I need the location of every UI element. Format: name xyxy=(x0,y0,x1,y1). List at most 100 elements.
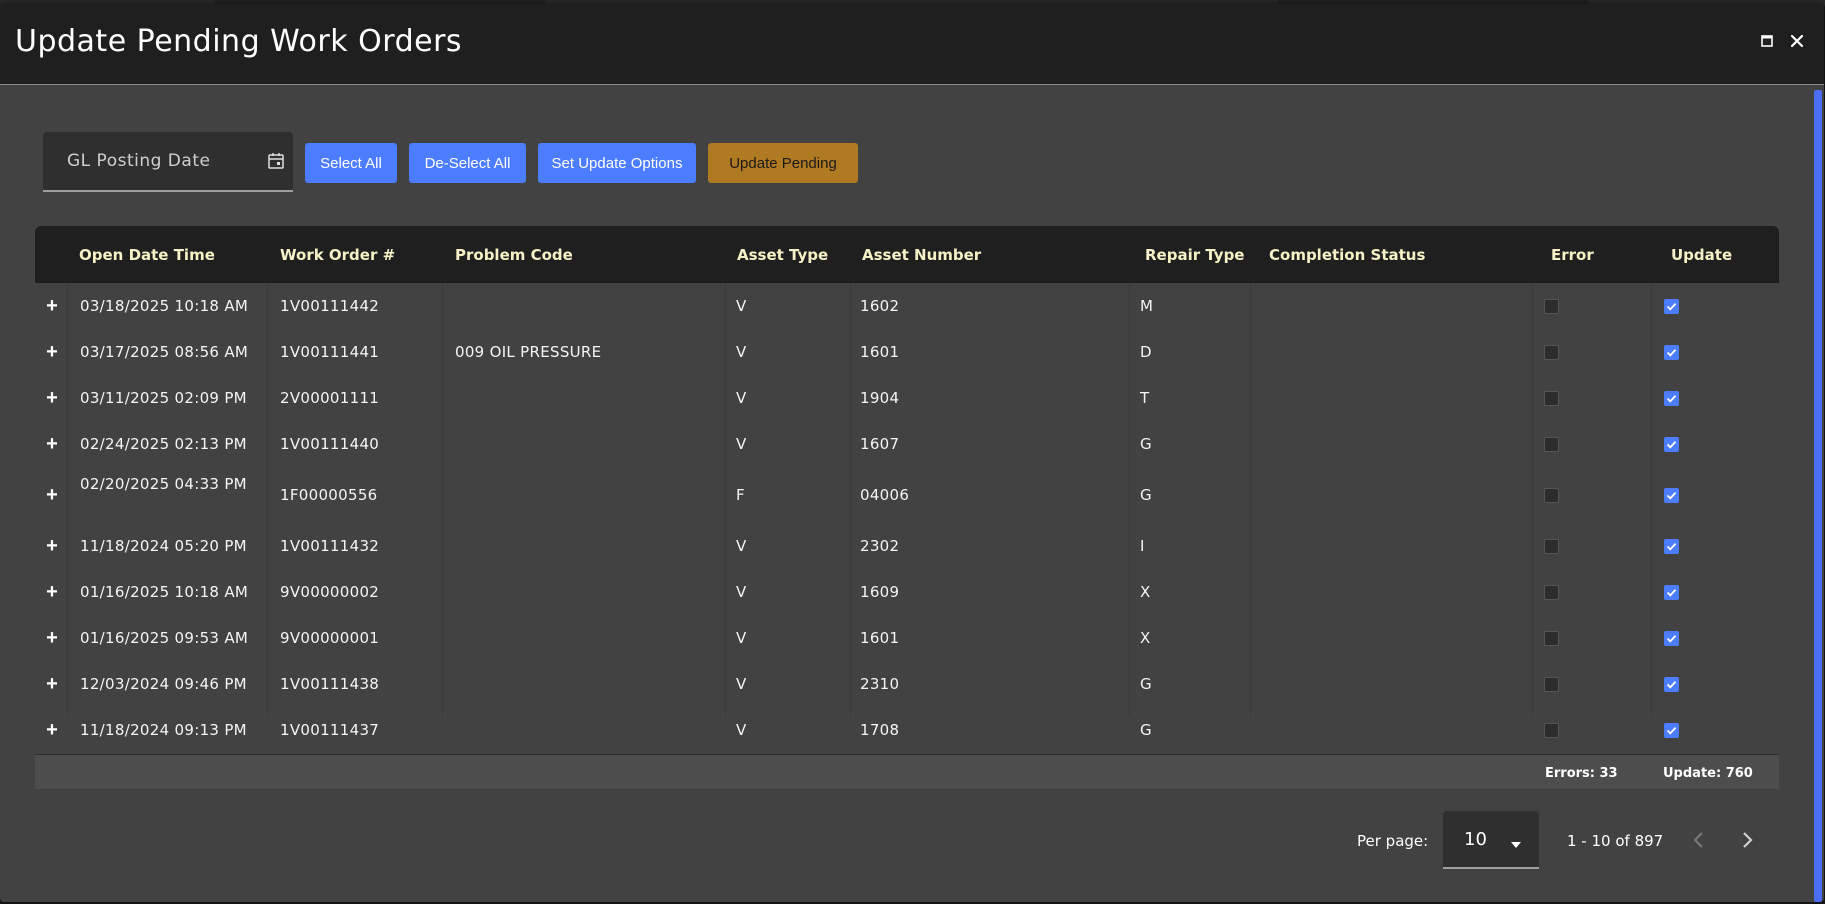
table-row[interactable]: + 03/17/2025 08:56 AM 1V00111441 009 OIL… xyxy=(35,329,1779,375)
cell-asset-number: 1609 xyxy=(860,583,900,601)
update-pending-button[interactable]: Update Pending xyxy=(708,143,858,183)
table-row[interactable]: + 11/18/2024 05:20 PM 1V00111432 V 2302 … xyxy=(35,523,1779,569)
expand-row-icon[interactable]: + xyxy=(43,582,61,602)
error-checkbox[interactable] xyxy=(1544,723,1559,738)
update-checkbox[interactable] xyxy=(1664,299,1679,314)
scrollbar[interactable] xyxy=(1814,90,1822,902)
modal-title: Update Pending Work Orders xyxy=(15,24,463,59)
cell-asset-number: 1601 xyxy=(860,343,900,361)
cell-open-date-time: 02/24/2025 02:13 PM xyxy=(80,435,247,453)
error-checkbox[interactable] xyxy=(1544,345,1559,360)
cell-asset-type: V xyxy=(736,583,747,601)
error-checkbox[interactable] xyxy=(1544,299,1559,314)
error-checkbox[interactable] xyxy=(1544,677,1559,692)
cell-asset-type: V xyxy=(736,435,747,453)
cell-open-date-time: 03/18/2025 10:18 AM xyxy=(80,297,249,315)
update-checkbox[interactable] xyxy=(1664,488,1679,503)
cell-repair-type: M xyxy=(1140,297,1154,315)
cell-asset-type: V xyxy=(736,343,747,361)
update-checkbox[interactable] xyxy=(1664,391,1679,406)
errors-total: Errors: 33 xyxy=(1545,766,1618,781)
update-checkbox[interactable] xyxy=(1664,345,1679,360)
set-update-options-button[interactable]: Set Update Options xyxy=(538,143,696,183)
expand-row-icon[interactable]: + xyxy=(43,388,61,408)
expand-row-icon[interactable]: + xyxy=(43,720,61,740)
error-checkbox[interactable] xyxy=(1544,488,1559,503)
cell-open-date-time: 12/03/2024 09:46 PM xyxy=(80,675,247,693)
table-row[interactable]: + 02/24/2025 02:13 PM 1V00111440 V 1607 … xyxy=(35,421,1779,467)
column-header-problem-code[interactable]: Problem Code xyxy=(455,246,573,264)
maximize-icon[interactable] xyxy=(1756,30,1778,52)
expand-row-icon[interactable]: + xyxy=(43,674,61,694)
update-checkbox[interactable] xyxy=(1664,585,1679,600)
table-row[interactable]: + 11/18/2024 09:13 PM 1V00111437 V 1708 … xyxy=(35,707,1779,753)
cell-open-date-time: 03/17/2025 08:56 AM xyxy=(80,343,249,361)
table-header: Open Date Time Work Order # Problem Code… xyxy=(35,226,1779,283)
chevron-right-icon[interactable] xyxy=(1733,826,1761,854)
gl-posting-date-placeholder: GL Posting Date xyxy=(67,151,211,171)
update-checkbox[interactable] xyxy=(1664,677,1679,692)
expand-row-icon[interactable]: + xyxy=(43,485,61,505)
cell-work-order: 1V00111441 xyxy=(280,343,380,361)
per-page-select[interactable]: 10 xyxy=(1443,811,1539,869)
cell-open-date-time: 01/16/2025 10:18 AM xyxy=(80,583,249,601)
update-checkbox[interactable] xyxy=(1664,631,1679,646)
per-page-label: Per page: xyxy=(1357,832,1429,850)
table-row[interactable]: + 03/18/2025 10:18 AM 1V00111442 V 1602 … xyxy=(35,283,1779,329)
column-header-asset-number[interactable]: Asset Number xyxy=(862,246,981,264)
cell-asset-number: 2302 xyxy=(860,537,900,555)
column-header-update[interactable]: Update xyxy=(1671,246,1732,264)
update-checkbox[interactable] xyxy=(1664,437,1679,452)
cell-work-order: 1V00111438 xyxy=(280,675,380,693)
cell-open-date-time: 02/20/2025 04:33 PM xyxy=(80,475,247,493)
cell-repair-type: X xyxy=(1140,583,1151,601)
table-row[interactable]: + 12/03/2024 09:46 PM 1V00111438 V 2310 … xyxy=(35,661,1779,707)
cell-repair-type: G xyxy=(1140,721,1152,739)
cell-asset-type: V xyxy=(736,629,747,647)
error-checkbox[interactable] xyxy=(1544,437,1559,452)
column-header-asset-type[interactable]: Asset Type xyxy=(737,246,828,264)
cell-asset-number: 1602 xyxy=(860,297,900,315)
cell-open-date-time: 11/18/2024 05:20 PM xyxy=(80,537,247,555)
table-row[interactable]: + 03/11/2025 02:09 PM 2V00001111 V 1904 … xyxy=(35,375,1779,421)
cell-open-date-time: 01/16/2025 09:53 AM xyxy=(80,629,249,647)
error-checkbox[interactable] xyxy=(1544,585,1559,600)
expand-row-icon[interactable]: + xyxy=(43,296,61,316)
cell-asset-number: 1904 xyxy=(860,389,900,407)
expand-row-icon[interactable]: + xyxy=(43,434,61,454)
expand-row-icon[interactable]: + xyxy=(43,628,61,648)
cell-repair-type: G xyxy=(1140,435,1152,453)
cell-asset-type: F xyxy=(736,486,745,504)
column-header-error[interactable]: Error xyxy=(1551,246,1594,264)
column-header-completion-status[interactable]: Completion Status xyxy=(1269,246,1425,264)
caret-down-icon xyxy=(1511,835,1521,853)
select-all-button[interactable]: Select All xyxy=(305,143,397,183)
update-checkbox[interactable] xyxy=(1664,723,1679,738)
cell-work-order: 1V00111432 xyxy=(280,537,380,555)
table-row[interactable]: + 02/20/2025 04:33 PM 1F00000556 F 04006… xyxy=(35,467,1779,523)
error-checkbox[interactable] xyxy=(1544,631,1559,646)
cell-open-date-time: 03/11/2025 02:09 PM xyxy=(80,389,247,407)
cell-asset-number: 1607 xyxy=(860,435,900,453)
cell-asset-type: V xyxy=(736,297,747,315)
deselect-all-button[interactable]: De-Select All xyxy=(409,143,526,183)
error-checkbox[interactable] xyxy=(1544,391,1559,406)
error-checkbox[interactable] xyxy=(1544,539,1559,554)
column-header-repair-type[interactable]: Repair Type xyxy=(1145,246,1245,264)
cell-work-order: 1V00111442 xyxy=(280,297,380,315)
gl-posting-date-field[interactable]: GL Posting Date xyxy=(43,132,293,192)
cell-asset-type: V xyxy=(736,721,747,739)
column-header-work-order[interactable]: Work Order # xyxy=(280,246,395,264)
table-row[interactable]: + 01/16/2025 10:18 AM 9V00000002 V 1609 … xyxy=(35,569,1779,615)
cell-asset-type: V xyxy=(736,675,747,693)
close-icon[interactable] xyxy=(1786,30,1808,52)
calendar-icon[interactable] xyxy=(267,152,285,170)
cell-work-order: 9V00000002 xyxy=(280,583,380,601)
chevron-left-icon[interactable] xyxy=(1685,826,1713,854)
column-header-open-date-time[interactable]: Open Date Time xyxy=(79,246,215,264)
expand-row-icon[interactable]: + xyxy=(43,536,61,556)
expand-row-icon[interactable]: + xyxy=(43,342,61,362)
table-row[interactable]: + 01/16/2025 09:53 AM 9V00000001 V 1601 … xyxy=(35,615,1779,661)
update-checkbox[interactable] xyxy=(1664,539,1679,554)
cell-work-order: 2V00001111 xyxy=(280,389,380,407)
